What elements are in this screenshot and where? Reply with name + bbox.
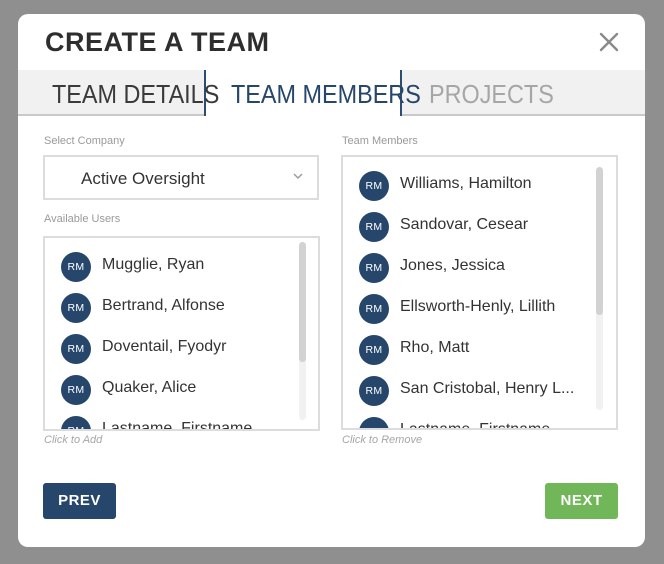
step-tabs: TEAM DETAILS TEAM MEMBERS PROJECTS xyxy=(18,70,645,116)
user-name: Jones, Jessica xyxy=(400,257,505,274)
close-button[interactable] xyxy=(598,31,620,53)
available-scrollbar[interactable] xyxy=(299,242,306,420)
team-members-label: Team Members xyxy=(342,135,418,147)
available-users-label: Available Users xyxy=(44,213,121,225)
team-member-item[interactable]: RM Lastname, Firstname xyxy=(343,411,616,430)
company-select-value: Active Oversight xyxy=(81,169,205,188)
avatar: RM xyxy=(359,376,389,406)
avatar: RM xyxy=(61,252,91,282)
avatar: RM xyxy=(359,294,389,324)
user-name: Doventail, Fyodyr xyxy=(102,338,227,355)
prev-button[interactable]: PREV xyxy=(43,483,116,519)
user-name: Ellsworth-Henly, Lillith xyxy=(400,298,556,315)
avatar: RM xyxy=(359,253,389,283)
user-name: San Cristobal, Henry L... xyxy=(400,380,575,397)
user-name: Williams, Hamilton xyxy=(400,175,532,192)
available-user-item[interactable]: RM Quaker, Alice xyxy=(45,369,318,410)
tab-team-details[interactable]: TEAM DETAILS xyxy=(52,70,219,116)
user-name: Lastname, Firstname xyxy=(102,420,253,431)
team-member-item[interactable]: RM Sandovar, Cesear xyxy=(343,206,616,247)
tab-team-members[interactable]: TEAM MEMBERS xyxy=(231,70,421,116)
user-name: Bertrand, Alfonse xyxy=(102,297,225,314)
avatar: RM xyxy=(359,171,389,201)
avatar: RM xyxy=(61,334,91,364)
available-user-item[interactable]: RM Lastname, Firstname xyxy=(45,410,318,431)
team-member-item[interactable]: RM Rho, Matt xyxy=(343,329,616,370)
available-user-item[interactable]: RM Doventail, Fyodyr xyxy=(45,328,318,369)
close-icon xyxy=(599,32,619,52)
avatar: RM xyxy=(61,416,91,429)
tab-projects[interactable]: PROJECTS xyxy=(429,70,554,116)
user-name: Quaker, Alice xyxy=(102,379,197,396)
team-members-list[interactable]: RM Williams, Hamilton RM Sandovar, Cesear RM… xyxy=(341,155,618,430)
click-to-remove-hint: Click to Remove xyxy=(342,434,423,446)
available-users-list[interactable]: RM Mugglie, Ryan RM Bertrand, Alfonse RM Dove… xyxy=(43,236,320,431)
select-company-label: Select Company xyxy=(44,135,125,147)
user-name: Lastname, Firstname xyxy=(400,421,551,430)
user-name: Rho, Matt xyxy=(400,339,470,356)
avatar: RM xyxy=(359,417,389,428)
team-member-item[interactable]: RM Jones, Jessica xyxy=(343,247,616,288)
next-button[interactable]: NEXT xyxy=(545,483,618,519)
avatar: RM xyxy=(61,375,91,405)
team-member-item[interactable]: RM Williams, Hamilton xyxy=(343,165,616,206)
avatar: RM xyxy=(359,212,389,242)
available-user-item[interactable]: RM Mugglie, Ryan xyxy=(45,246,318,287)
available-user-item[interactable]: RM Bertrand, Alfonse xyxy=(45,287,318,328)
chevron-down-icon xyxy=(293,173,303,179)
avatar: RM xyxy=(359,335,389,365)
click-to-add-hint: Click to Add xyxy=(44,434,103,446)
dialog-title: CREATE A TEAM xyxy=(45,27,270,57)
company-select[interactable]: Active Oversight xyxy=(43,155,319,200)
members-scroll-thumb[interactable] xyxy=(596,167,603,315)
user-name: Mugglie, Ryan xyxy=(102,256,205,273)
team-member-item[interactable]: RM San Cristobal, Henry L... xyxy=(343,370,616,411)
user-name: Sandovar, Cesear xyxy=(400,216,529,233)
team-member-item[interactable]: RM Ellsworth-Henly, Lillith xyxy=(343,288,616,329)
avatar: RM xyxy=(61,293,91,323)
available-scroll-thumb[interactable] xyxy=(299,242,306,362)
create-team-dialog: CREATE A TEAM TEAM DETAILS TEAM MEMBERS … xyxy=(18,14,645,547)
members-scrollbar[interactable] xyxy=(596,167,603,410)
